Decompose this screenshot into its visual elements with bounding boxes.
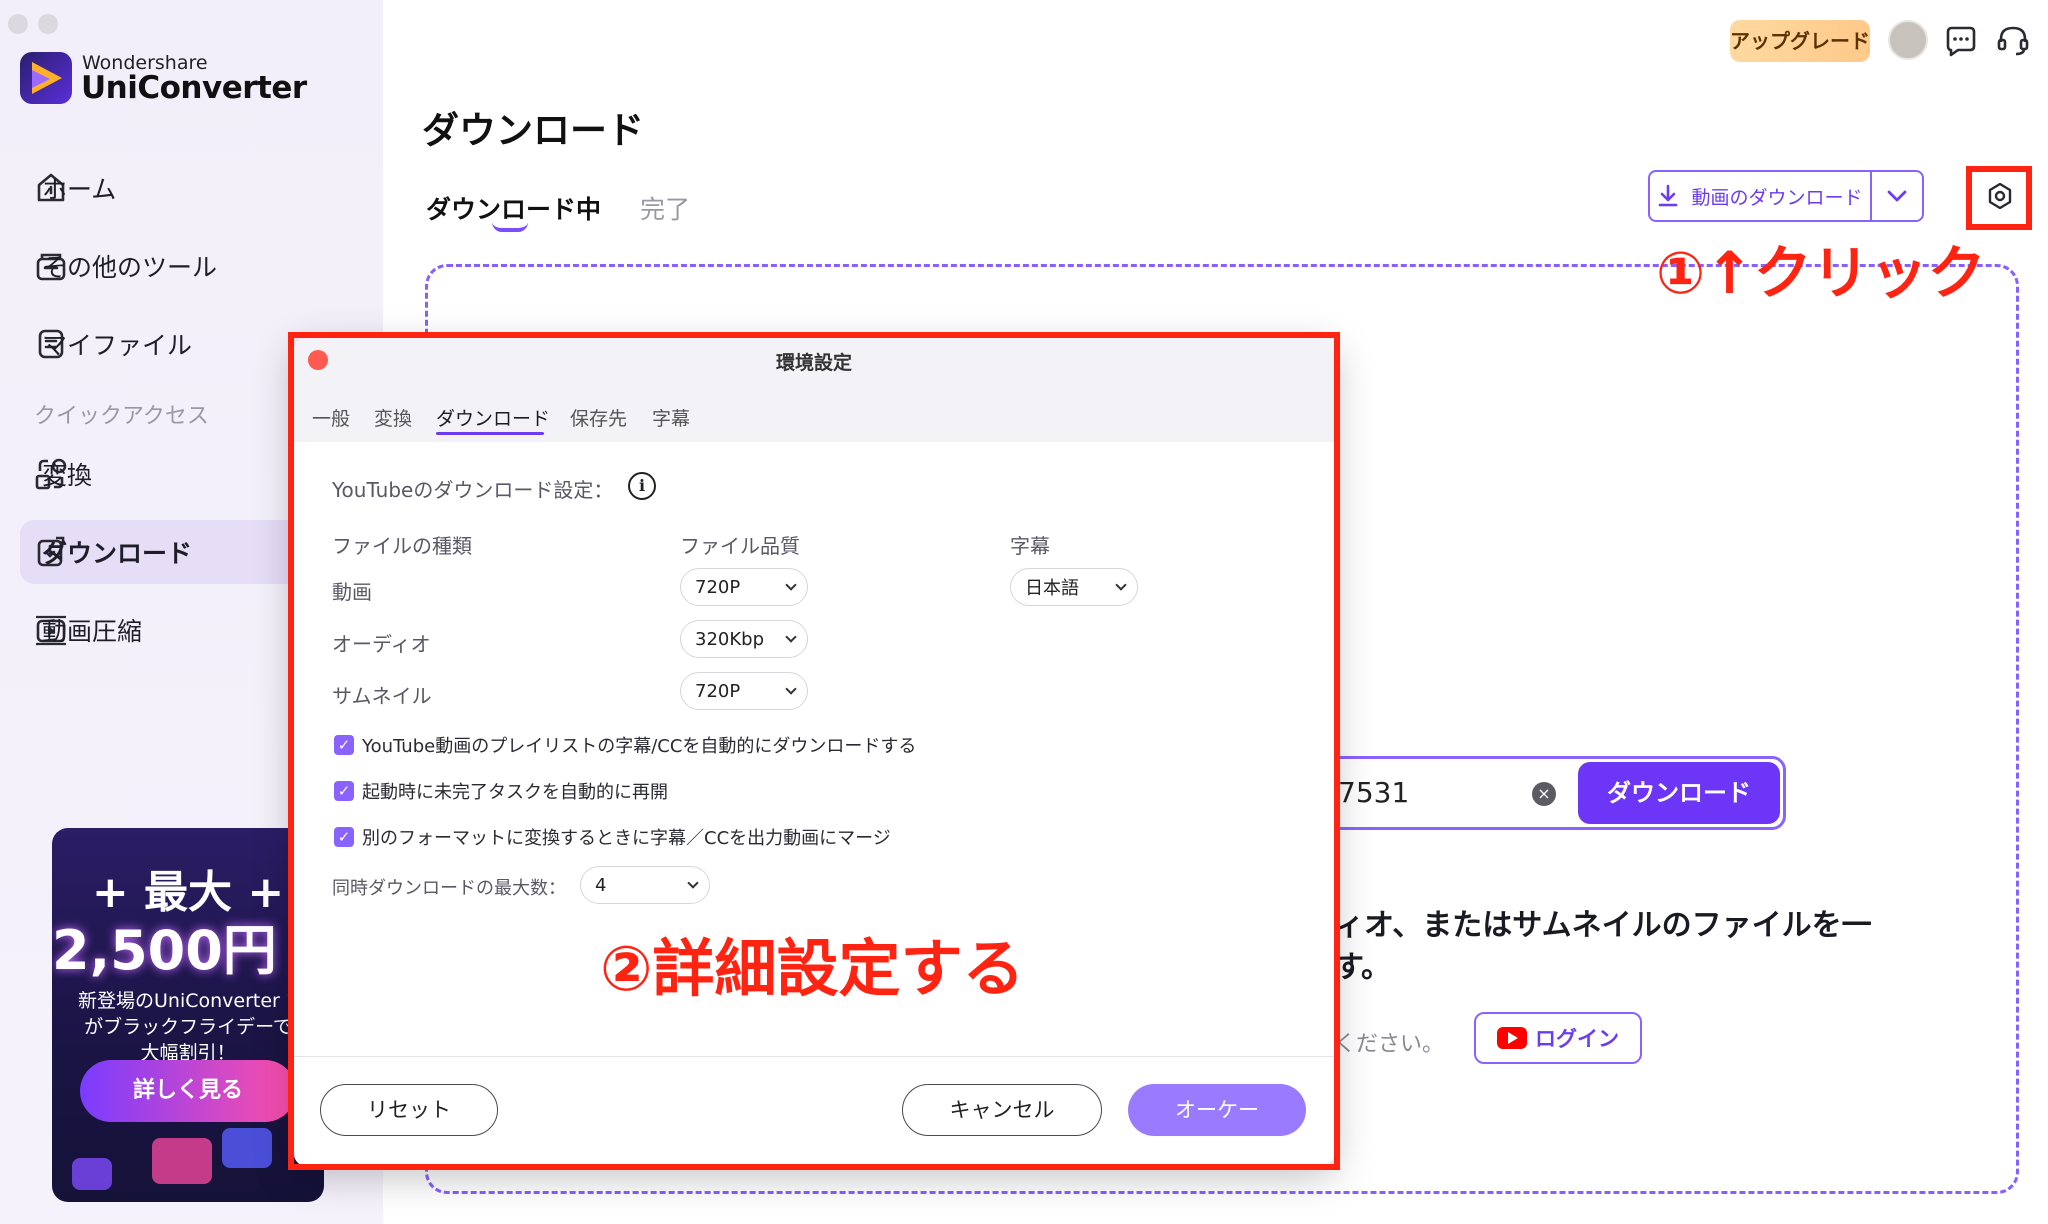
sidebar-item-tools[interactable]: その他のツール	[20, 234, 380, 298]
quick-access-label: クイックアクセス	[34, 404, 209, 429]
description-line: ィオ、またはサムネイルのファイルを一	[1334, 908, 1872, 943]
brand-name: UniConverter	[81, 70, 307, 106]
sidebar-item-label: ダウンロード	[42, 539, 193, 568]
active-tab-indicator	[492, 222, 528, 232]
gift-box-icon	[222, 1128, 272, 1168]
gift-box-icon	[72, 1158, 112, 1190]
youtube-login-button[interactable]: ログイン	[1474, 1012, 1642, 1064]
annotation-step1: ①↑クリック	[1656, 239, 1986, 307]
window-minimize-dot[interactable]	[38, 14, 58, 34]
annotation-highlight-settings	[1966, 166, 2032, 230]
promo-text-line: がブラックフライデーで	[84, 1016, 292, 1038]
avatar[interactable]	[1888, 20, 1928, 60]
download-arrow-icon	[1659, 184, 1678, 207]
clear-icon[interactable]: ×	[1532, 782, 1556, 806]
page-title: ダウンロード	[422, 109, 644, 152]
promo-discount: 2,500円 OFF	[52, 919, 324, 982]
description-line: す。	[1334, 950, 1391, 985]
sidebar-item-home[interactable]: ホーム	[20, 156, 380, 220]
window-close-dot[interactable]	[8, 14, 28, 34]
promo-text-line: 新登場のUniConverter 1	[78, 990, 298, 1012]
download-video-label: 動画のダウンロード	[1691, 186, 1863, 209]
sidebar-item-label: マイファイル	[42, 331, 193, 360]
chevron-down-icon	[1887, 190, 1907, 202]
tab-completed[interactable]: 完了	[640, 190, 690, 226]
upgrade-button[interactable]: アップグレード	[1730, 20, 1870, 62]
app-logo-icon	[20, 52, 72, 104]
url-input[interactable]: 7531	[1338, 776, 1409, 809]
download-video-button[interactable]: 動画のダウンロード	[1650, 172, 1870, 220]
download-video-split-button: 動画のダウンロード	[1648, 170, 1924, 222]
promo-more-button[interactable]: 詳しく見る	[80, 1060, 296, 1122]
headset-icon[interactable]	[1994, 22, 2032, 60]
login-label: ログイン	[1535, 1027, 1619, 1051]
promo-text: 新登場のUniConverter 1 がブラックフライデーで 大幅割引！	[52, 988, 324, 1066]
annotation-highlight-dialog	[288, 332, 1340, 1170]
promo-banner[interactable]: + 最大 + 2,500円 OFF 新登場のUniConverter 1 がブラ…	[52, 828, 324, 1202]
chat-icon[interactable]	[1942, 22, 1980, 60]
sidebar-item-label: その他のツール	[42, 253, 218, 282]
sidebar-item-label: ホーム	[42, 175, 117, 204]
download-options-dropdown[interactable]	[1870, 172, 1922, 220]
sidebar-item-label: 変換	[42, 461, 93, 490]
sidebar-item-label: 動画圧縮	[42, 617, 143, 646]
gift-box-icon	[152, 1138, 212, 1184]
tab-downloading[interactable]: ダウンロード中	[426, 190, 601, 226]
login-hint: ください。	[1334, 1032, 1445, 1057]
youtube-icon	[1497, 1027, 1527, 1049]
url-download-button[interactable]: ダウンロード	[1578, 762, 1780, 824]
